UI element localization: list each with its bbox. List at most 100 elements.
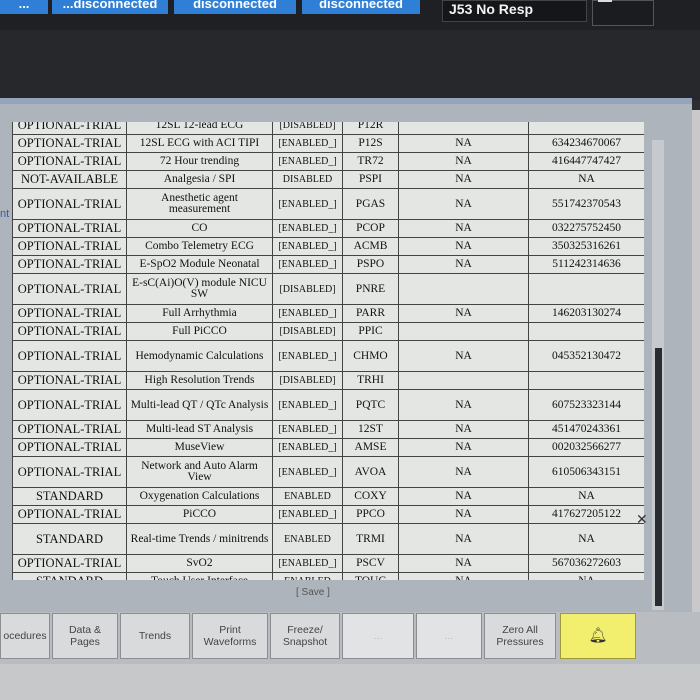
table-row[interactable]: OPTIONAL-TRIAL Network and Auto Alarm Vie…: [12, 456, 644, 488]
cell-name: Full PiCCO: [126, 322, 273, 341]
cell-code: PSPI: [342, 170, 399, 189]
cell-serial: [528, 122, 644, 135]
cell-code: TR72: [342, 152, 399, 171]
table-row[interactable]: OPTIONAL-TRIAL Full PiCCO [DISABLED] PPIC: [12, 322, 644, 341]
cell-serial: 032275752450: [528, 219, 644, 238]
cell-mode: DISABLED: [272, 170, 343, 189]
cell-name: Multi-lead QT / QTc Analysis: [126, 389, 273, 421]
table-row[interactable]: STANDARD Oxygenation Calculations ENABLED C…: [12, 487, 644, 506]
procedures-button[interactable]: ocedures: [0, 613, 50, 659]
table-row[interactable]: OPTIONAL-TRIAL 72 Hour trending [ENABLED_]…: [12, 152, 644, 171]
table-row[interactable]: OPTIONAL-TRIAL Multi-lead ST Analysis [ENA…: [12, 420, 644, 439]
table-row[interactable]: OPTIONAL-TRIAL High Resolution Trends [DIS…: [12, 371, 644, 390]
cell-name: E-SpO2 Module Neonatal: [126, 255, 273, 274]
cell-status: OPTIONAL-TRIAL: [12, 340, 127, 372]
close-icon[interactable]: ✕: [636, 512, 648, 528]
cell-status: OPTIONAL-TRIAL: [12, 438, 127, 457]
cell-status: OPTIONAL-TRIAL: [12, 122, 127, 135]
data-pages-button[interactable]: Data & Pages: [52, 613, 118, 659]
cell-name: E-sC(Ai)O(V) module NICU SW: [126, 273, 273, 305]
table-row[interactable]: OPTIONAL-TRIAL Anesthetic agent measureme…: [12, 188, 644, 220]
cell-status: OPTIONAL-TRIAL: [12, 152, 127, 171]
zero-all-pressures-button[interactable]: Zero All Pressures: [484, 613, 556, 659]
alarm-silence-button[interactable]: 🔔︎: [560, 613, 636, 659]
table-row[interactable]: NOT-AVAILABLE Analgesia / SPI DISABLED PSPI…: [12, 170, 644, 189]
top-tab-1[interactable]: ...: [0, 0, 48, 14]
cell-na: NA: [398, 237, 529, 256]
table-row[interactable]: OPTIONAL-TRIAL SvO2 [ENABLED_] PSCV NA 567036…: [12, 554, 644, 573]
cell-name: PiCCO: [126, 505, 273, 524]
table-row[interactable]: OPTIONAL-TRIAL Hemodynamic Calculations [E…: [12, 340, 644, 372]
cell-status: STANDARD: [12, 572, 127, 580]
cell-mode: [ENABLED_]: [272, 438, 343, 457]
cell-mode: ENABLED: [272, 523, 343, 555]
cell-status: OPTIONAL-TRIAL: [12, 420, 127, 439]
cell-status: OPTIONAL-TRIAL: [12, 371, 127, 390]
print-waveforms-button[interactable]: Print Waveforms: [192, 613, 268, 659]
top-tab-2[interactable]: ...disconnected: [52, 0, 168, 14]
cell-na: NA: [398, 554, 529, 573]
cell-name: Anesthetic agent measurement: [126, 188, 273, 220]
options-table: OPTIONAL-TRIAL 12SL 12-lead ECG [DISABLED]…: [12, 122, 644, 580]
table-row[interactable]: OPTIONAL-TRIAL MuseView [ENABLED_] AMSE NA 00…: [12, 438, 644, 457]
top-right-panel[interactable]: [592, 0, 654, 26]
cell-mode: [ENABLED_]: [272, 219, 343, 238]
table-row[interactable]: OPTIONAL-TRIAL Multi-lead QT / QTc Analys…: [12, 389, 644, 421]
cell-serial: 634234670067: [528, 134, 644, 153]
cell-mode: [ENABLED_]: [272, 152, 343, 171]
cell-status: OPTIONAL-TRIAL: [12, 188, 127, 220]
top-tab-3[interactable]: disconnected: [174, 0, 296, 14]
cell-name: 72 Hour trending: [126, 152, 273, 171]
table-row[interactable]: STANDARDTouch User InterfaceENABLEDTOUCN…: [12, 572, 644, 580]
side-label: nt: [0, 208, 10, 220]
save-button[interactable]: [ Save ]: [296, 587, 330, 598]
cell-name: MuseView: [126, 438, 273, 457]
freeze-snapshot-button[interactable]: Freeze/ Snapshot: [270, 613, 340, 659]
cell-mode: [ENABLED_]: [272, 420, 343, 439]
cell-mode: [ENABLED_]: [272, 389, 343, 421]
cell-serial: NA: [528, 170, 644, 189]
table-row[interactable]: OPTIONAL-TRIAL 12SL ECG with ACI TIPI [ENA…: [12, 134, 644, 153]
cell-serial: 567036272603: [528, 554, 644, 573]
cell-mode: [DISABLED]: [272, 322, 343, 341]
trends-button[interactable]: Trends: [120, 613, 190, 659]
cell-status: OPTIONAL-TRIAL: [12, 304, 127, 323]
table-row[interactable]: OPTIONAL-TRIAL Combo Telemetry ECG [ENABLE…: [12, 237, 644, 256]
top-tab-4[interactable]: disconnected: [302, 0, 420, 14]
table-row[interactable]: OPTIONAL-TRIAL 12SL 12-lead ECG [DISABLED]…: [12, 122, 644, 135]
disabled-button-1[interactable]: ...: [342, 613, 414, 659]
cell-na: [398, 322, 529, 341]
cell-code: TOUC: [342, 572, 399, 580]
cell-na: NA: [398, 188, 529, 220]
cell-serial: 451470243361: [528, 420, 644, 439]
scrollbar-thumb[interactable]: [655, 348, 662, 606]
cell-name: Oxygenation Calculations: [126, 487, 273, 506]
options-table-container[interactable]: OPTIONAL-TRIAL 12SL 12-lead ECG [DISABLED]…: [12, 122, 644, 580]
cell-status: OPTIONAL-TRIAL: [12, 505, 127, 524]
cell-mode: [ENABLED_]: [272, 188, 343, 220]
cell-status: OPTIONAL-TRIAL: [12, 219, 127, 238]
cell-serial: 511242314636: [528, 255, 644, 274]
disabled-button-2[interactable]: ...: [416, 613, 482, 659]
background-gap: [0, 30, 700, 100]
cell-name: 12SL ECG with ACI TIPI: [126, 134, 273, 153]
alarm-message[interactable]: J53 No Resp: [442, 0, 587, 22]
cell-name: SvO2: [126, 554, 273, 573]
cell-name: Network and Auto Alarm View: [126, 456, 273, 488]
table-row[interactable]: STANDARD Real-time Trends / minitrends ENA…: [12, 523, 644, 555]
cell-mode: ENABLED: [272, 572, 343, 580]
table-row[interactable]: OPTIONAL-TRIAL E-SpO2 Module Neonatal [ENA…: [12, 255, 644, 274]
cell-na: NA: [398, 340, 529, 372]
cell-code: PARR: [342, 304, 399, 323]
table-row[interactable]: OPTIONAL-TRIAL E-sC(Ai)O(V) module NICU S…: [12, 273, 644, 305]
cell-name: High Resolution Trends: [126, 371, 273, 390]
cell-name: Touch User Interface: [126, 572, 273, 580]
cell-mode: [ENABLED_]: [272, 505, 343, 524]
cell-na: [398, 122, 529, 135]
cell-mode: [ENABLED_]: [272, 456, 343, 488]
cell-serial: [528, 322, 644, 341]
table-row[interactable]: OPTIONAL-TRIAL CO [ENABLED_] PCOP NA 03227575…: [12, 219, 644, 238]
table-row[interactable]: OPTIONAL-TRIAL Full Arrhythmia [ENABLED_] P…: [12, 304, 644, 323]
cell-serial: 002032566277: [528, 438, 644, 457]
table-row[interactable]: OPTIONAL-TRIAL PiCCO [ENABLED_] PPCO NA 41762…: [12, 505, 644, 524]
